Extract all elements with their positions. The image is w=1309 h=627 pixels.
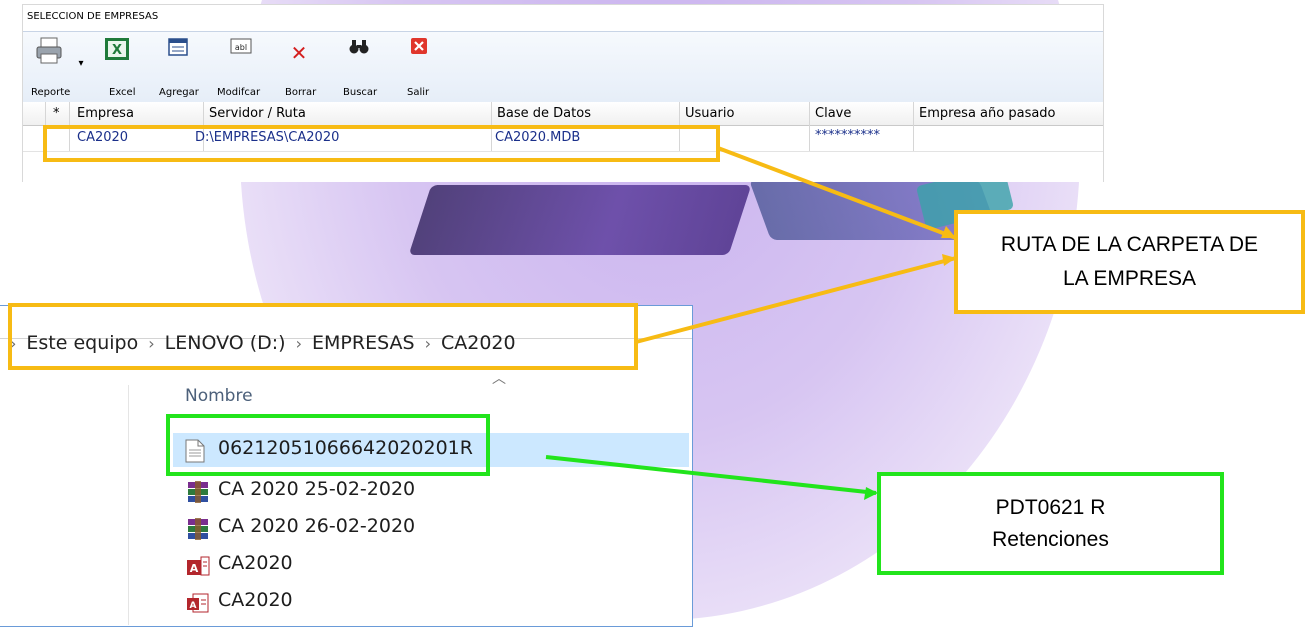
pdt-connector	[545, 455, 877, 495]
file-highlight	[166, 414, 490, 476]
pdt-arrowhead	[864, 487, 878, 500]
pdt-callout-line-1: PDT0621 R	[995, 495, 1106, 519]
pdt-callout-line-2: Retenciones	[992, 527, 1109, 551]
ruta-callout-line-2: LA EMPRESA	[1062, 267, 1197, 290]
pdt-callout: PDT0621 R Retenciones	[877, 472, 1224, 575]
ruta-highlight-grid	[43, 125, 720, 162]
ruta-highlight-breadcrumb	[8, 303, 638, 370]
ruta-connector-top	[717, 146, 957, 240]
ruta-connector-bottom	[635, 256, 957, 344]
ruta-callout: RUTA DE LA CARPETA DE LA EMPRESA	[954, 210, 1305, 314]
ruta-callout-line-1: RUTA DE LA CARPETA DE	[1000, 233, 1259, 256]
